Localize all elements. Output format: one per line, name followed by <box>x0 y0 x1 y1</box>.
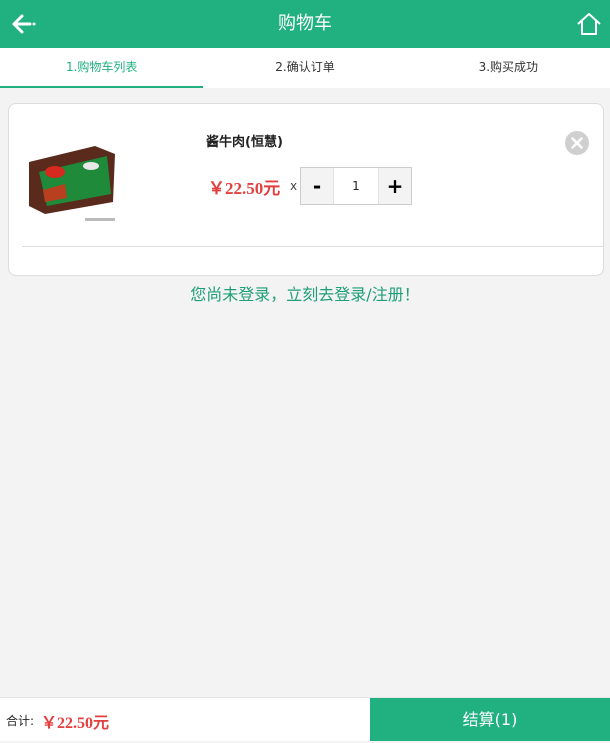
product-image[interactable] <box>25 132 119 226</box>
increase-quantity-button[interactable]: + <box>379 168 411 204</box>
home-icon[interactable] <box>576 11 602 37</box>
close-circle-icon[interactable] <box>565 131 589 155</box>
step-confirm-order[interactable]: 2.确认订单 <box>203 48 406 88</box>
quantity-value[interactable]: 1 <box>333 168 379 204</box>
checkout-button[interactable]: 结算(1) <box>370 698 610 741</box>
multiply-sign: x <box>290 179 298 193</box>
cart-item-card: 酱牛肉(恒慧) ￥22.50元 x - 1 + <box>8 103 604 276</box>
quantity-stepper: - 1 + <box>300 167 412 205</box>
step-purchase-success[interactable]: 3.购买成功 <box>407 48 610 88</box>
login-prompt-link[interactable]: 您尚未登录，立刻去登录/注册！ <box>0 281 610 305</box>
decrease-quantity-button[interactable]: - <box>301 168 333 204</box>
divider <box>22 246 603 247</box>
product-price: ￥22.50元 <box>208 179 281 198</box>
step-cart-list[interactable]: 1.购物车列表 <box>0 48 204 88</box>
total-label: 合计: <box>6 714 35 728</box>
footer-bar: 合计: ￥22.50元 结算(1) <box>0 697 610 741</box>
top-bar: 购物车 <box>0 0 610 48</box>
page-title: 购物车 <box>278 13 332 34</box>
total-price: ￥22.50元 <box>41 715 110 732</box>
product-name[interactable]: 酱牛肉(恒慧) <box>206 131 283 150</box>
checkout-steps: 1.购物车列表 2.确认订单 3.购买成功 <box>0 48 610 88</box>
